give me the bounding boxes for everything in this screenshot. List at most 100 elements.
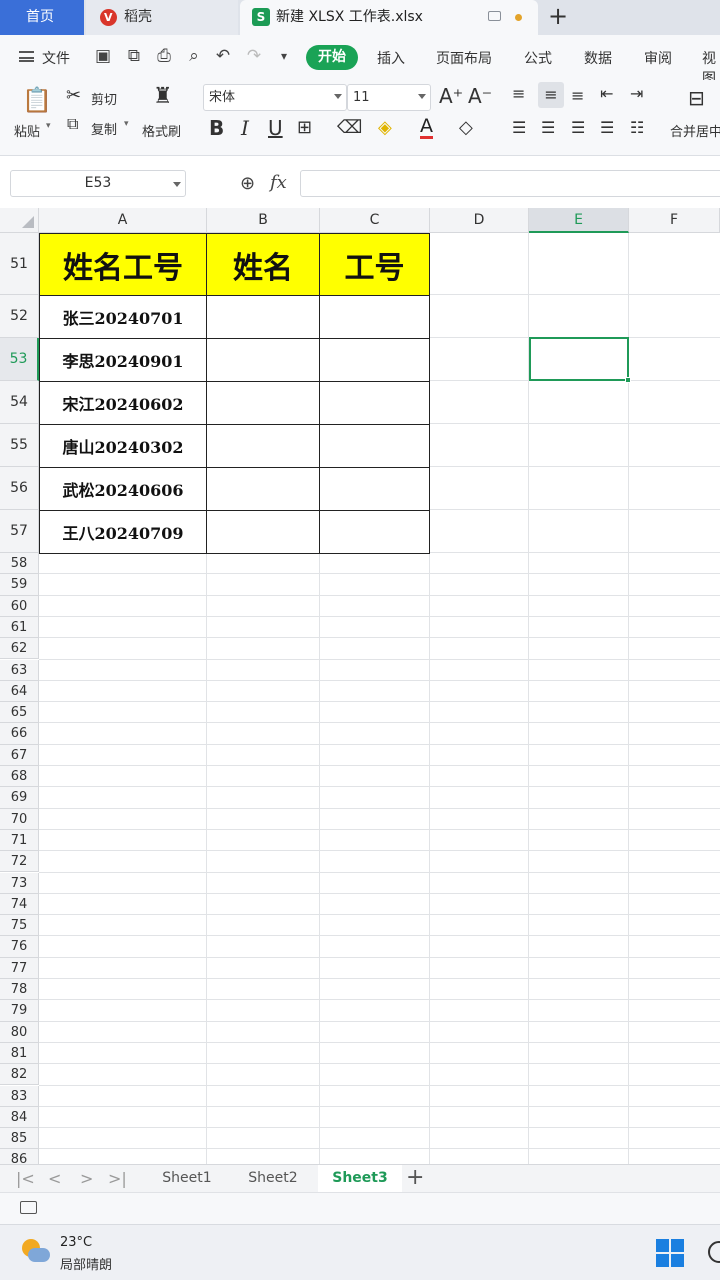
table-cell[interactable] <box>319 424 430 468</box>
table-cell[interactable] <box>319 338 430 382</box>
table-cell[interactable] <box>206 510 320 554</box>
menu-page-layout[interactable]: 页面布局 <box>436 48 492 68</box>
save-icon[interactable]: ▣ <box>93 46 113 66</box>
row-header-61[interactable]: 61 <box>0 616 39 639</box>
column-header-c[interactable]: C <box>320 208 430 233</box>
row-header-60[interactable]: 60 <box>0 595 39 617</box>
format-brush-icon[interactable]: ♜ <box>153 84 173 109</box>
column-header-a[interactable]: A <box>39 208 207 233</box>
new-tab-button[interactable]: + <box>548 2 568 30</box>
last-sheet-icon[interactable]: >| <box>108 1169 127 1188</box>
table-cell[interactable]: 宋江20240602 <box>39 381 207 425</box>
undo-icon[interactable]: ↶ <box>213 46 233 66</box>
table-cell[interactable] <box>319 467 430 511</box>
row-header-85[interactable]: 85 <box>0 1128 39 1150</box>
row-header-83[interactable]: 83 <box>0 1085 39 1107</box>
add-sheet-button[interactable]: + <box>406 1165 424 1190</box>
row-header-71[interactable]: 71 <box>0 829 39 852</box>
font-color-icon[interactable]: A <box>420 116 433 139</box>
print-preview-icon[interactable]: ⌕ <box>184 46 204 66</box>
row-header-65[interactable]: 65 <box>0 702 39 724</box>
customize-dropdown-icon[interactable]: ▾ <box>274 46 294 66</box>
fx-icon[interactable]: fx <box>270 172 287 193</box>
row-header-79[interactable]: 79 <box>0 1000 39 1022</box>
row-header-51[interactable]: 51 <box>0 233 39 295</box>
column-header-b[interactable]: B <box>207 208 320 233</box>
row-header-64[interactable]: 64 <box>0 680 39 703</box>
row-header-77[interactable]: 77 <box>0 957 39 979</box>
scissors-icon[interactable]: ✂ <box>66 85 81 106</box>
menu-data[interactable]: 数据 <box>584 48 612 68</box>
row-header-82[interactable]: 82 <box>0 1064 39 1086</box>
increase-font-icon[interactable]: A⁺ <box>439 84 463 108</box>
name-box[interactable]: E53 <box>10 170 186 197</box>
table-cell[interactable]: 武松20240606 <box>39 467 207 511</box>
column-header-f[interactable]: F <box>629 208 720 233</box>
copy-dropdown-icon[interactable]: ▾ <box>124 119 129 129</box>
table-cell[interactable]: 唐山20240302 <box>39 424 207 468</box>
row-header-67[interactable]: 67 <box>0 744 39 766</box>
distribute-icon[interactable]: ☷ <box>630 118 644 137</box>
table-cell[interactable] <box>206 467 320 511</box>
font-size-select[interactable]: 11 <box>347 84 431 111</box>
align-center-icon[interactable]: ☰ <box>541 118 555 137</box>
search-icon[interactable] <box>708 1241 720 1263</box>
row-header-57[interactable]: 57 <box>0 510 39 553</box>
row-header-63[interactable]: 63 <box>0 659 39 681</box>
redo-icon[interactable]: ↷ <box>244 46 264 66</box>
spreadsheet-grid[interactable]: A B C D E F 51 52 53 54 55 56 57 58 59 60 61 62 63 64 65 66 67… <box>0 208 720 1164</box>
hamburger-icon[interactable] <box>19 51 34 62</box>
file-tab[interactable]: S 新建 XLSX 工作表.xlsx <box>240 0 538 35</box>
home-tab[interactable]: 首页 <box>0 0 84 35</box>
macro-icon[interactable] <box>20 1201 37 1214</box>
row-header-59[interactable]: 59 <box>0 574 39 596</box>
row-header-86[interactable]: 86 <box>0 1149 39 1164</box>
row-header-55[interactable]: 55 <box>0 424 39 467</box>
cut-button[interactable]: 剪切 <box>91 89 117 108</box>
table-header-cell[interactable]: 姓名 <box>206 233 320 296</box>
row-header-81[interactable]: 81 <box>0 1042 39 1065</box>
table-cell[interactable]: 张三20240701 <box>39 295 207 339</box>
print-icon[interactable]: ⎙ <box>154 46 174 66</box>
clear-format-icon[interactable]: ⌫ <box>337 117 362 138</box>
row-header-80[interactable]: 80 <box>0 1021 39 1043</box>
copy-icon[interactable]: ⧉ <box>67 114 78 134</box>
increase-indent-icon[interactable]: ⇥ <box>630 84 643 103</box>
row-header-78[interactable]: 78 <box>0 979 39 1001</box>
table-cell[interactable] <box>319 510 430 554</box>
align-top-icon[interactable]: ≡ <box>512 84 525 103</box>
row-header-84[interactable]: 84 <box>0 1106 39 1129</box>
daoke-tab[interactable]: 稻壳 <box>86 0 238 35</box>
font-name-select[interactable]: 宋体 <box>203 84 347 111</box>
table-cell[interactable] <box>319 381 430 425</box>
decrease-font-icon[interactable]: A⁻ <box>468 84 492 108</box>
menu-start[interactable]: 开始 <box>306 45 358 70</box>
sheet-tab-2[interactable]: Sheet2 <box>232 1165 314 1192</box>
decrease-indent-icon[interactable]: ⇤ <box>600 84 613 103</box>
table-cell[interactable]: 王八20240709 <box>39 510 207 554</box>
row-header-69[interactable]: 69 <box>0 787 39 809</box>
row-header-73[interactable]: 73 <box>0 872 39 894</box>
table-cell[interactable] <box>206 381 320 425</box>
first-sheet-icon[interactable]: |< <box>16 1169 35 1188</box>
weather-icon[interactable] <box>22 1239 50 1265</box>
column-header-e[interactable]: E <box>529 208 629 233</box>
align-left-icon[interactable]: ☰ <box>512 118 526 137</box>
row-header-53[interactable]: 53 <box>0 338 39 381</box>
paste-icon[interactable]: 📋 <box>22 86 52 114</box>
align-bottom-icon[interactable]: ≡ <box>571 86 584 105</box>
italic-button[interactable]: I <box>241 116 249 140</box>
border-icon[interactable]: ⊞ <box>297 117 312 138</box>
underline-button[interactable]: U <box>268 116 283 140</box>
menu-formula[interactable]: 公式 <box>524 48 552 68</box>
select-all-corner[interactable] <box>0 208 39 233</box>
row-header-62[interactable]: 62 <box>0 638 39 660</box>
justify-icon[interactable]: ☰ <box>600 118 614 137</box>
bold-button[interactable]: B <box>209 116 224 140</box>
format-painter-button[interactable]: 格式刷 <box>142 121 181 140</box>
row-header-56[interactable]: 56 <box>0 467 39 510</box>
row-header-70[interactable]: 70 <box>0 808 39 830</box>
row-header-54[interactable]: 54 <box>0 381 39 424</box>
table-cell[interactable] <box>206 424 320 468</box>
windows-start-icon[interactable] <box>656 1239 684 1267</box>
